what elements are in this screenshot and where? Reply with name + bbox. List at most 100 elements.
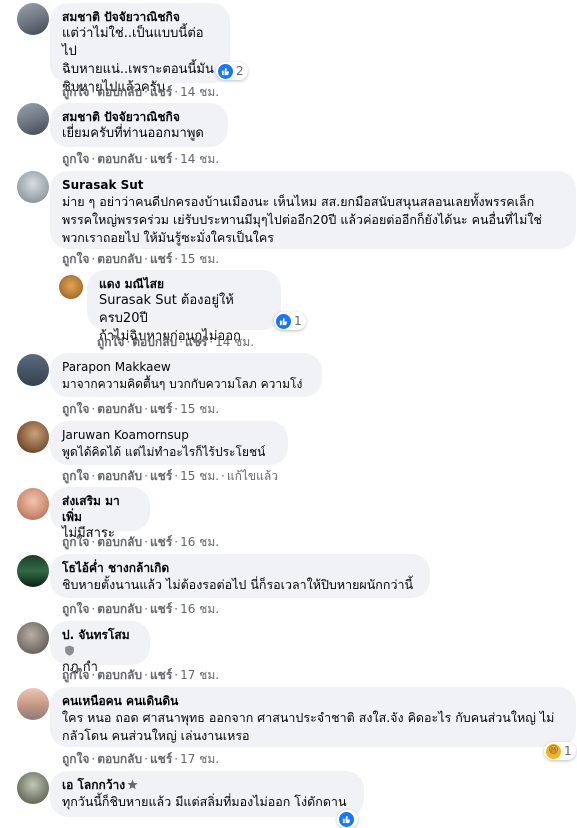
like-reaction-icon xyxy=(339,811,354,827)
like-link[interactable]: ถูกใจ xyxy=(62,152,89,166)
commenter-name[interactable]: แดง มณีไสย xyxy=(99,276,269,292)
comment-actions: ถูกใจ · ตอบกลับ · แชร์ · 17 ชม. xyxy=(62,668,220,682)
reply-link[interactable]: ตอบกลับ xyxy=(97,402,142,416)
comment-actions: ถูกใจ · ตอบกลับ · แชร์ · 17 ชม. xyxy=(62,752,220,766)
share-link[interactable]: แชร์ xyxy=(150,85,172,99)
commenter-name[interactable]: โธไอ้ค่ำ ชางกล้าเกิด xyxy=(62,560,418,576)
comment-actions: ถูกใจ · ตอบกลับ · แชร์ · 16 ชม. xyxy=(62,602,220,616)
comment-text: ใคร หนอ ถอด ศาสนาพุทธ ออกจาก ศาสนาประจำช… xyxy=(62,710,555,743)
reply-link[interactable]: ตอบกลับ xyxy=(97,469,142,483)
timestamp[interactable]: 14 ชม. xyxy=(180,85,219,99)
reply-link[interactable]: ตอบกลับ xyxy=(97,152,142,166)
like-link[interactable]: ถูกใจ xyxy=(62,602,89,616)
comment-bubble: แดง มณีไสย Surasak Sut ต้องอยู่ให้ครบ20ป… xyxy=(87,270,281,344)
commenter-name[interactable]: สมชาติ ปัจจัยวาณิชกิจ xyxy=(62,109,216,125)
comment-actions: ถูกใจ · ตอบกลับ · แชร์ · 14 ชม. xyxy=(62,152,220,166)
avatar[interactable] xyxy=(17,171,49,203)
avatar[interactable] xyxy=(59,275,83,299)
share-link[interactable]: แชร์ xyxy=(150,469,172,483)
shield-badge-icon xyxy=(65,645,74,656)
comment-text: ชิบหายตั้งนานแล้ว ไม่ต้องรอต่อไป นี่ก็รอ… xyxy=(62,577,414,592)
comment-bubble: ส่งเสริม มาเพิ่ม ไม่มีสาระ xyxy=(50,487,150,541)
comment-bubble: สมชาติ ปัจจัยวาณิชกิจ เยี่ยมครับที่ท่านอ… xyxy=(50,103,228,147)
commenter-name[interactable]: คนเหนือคน คนเดินดิน xyxy=(62,693,564,709)
reaction-count: 2 xyxy=(236,64,244,78)
timestamp[interactable]: 15 ชม. xyxy=(180,469,219,483)
share-link[interactable]: แชร์ xyxy=(150,402,172,416)
avatar[interactable] xyxy=(17,103,49,135)
timestamp[interactable]: 17 ชม. xyxy=(180,668,219,682)
commenter-name[interactable]: Jaruwan Koamornsup xyxy=(62,427,276,443)
reaction-count: 1 xyxy=(564,744,572,758)
like-link[interactable]: ถูกใจ xyxy=(62,402,89,416)
avatar[interactable] xyxy=(17,421,49,453)
comment-actions: ถูกใจ · ตอบกลับ · แชร์ · 15 ชม. xyxy=(62,252,220,266)
share-link[interactable]: แชร์ xyxy=(150,152,172,166)
avatar[interactable] xyxy=(17,488,49,520)
haha-reaction-icon: 😆 xyxy=(546,743,561,759)
avatar[interactable] xyxy=(17,3,49,35)
like-link[interactable]: ถูกใจ xyxy=(62,469,89,483)
comment-bubble: เอ โลกกว้าง ทุกวันนี้ก็ชิบหายแล้ว มีแต่ส… xyxy=(50,771,364,817)
reply-link[interactable]: ตอบกลับ xyxy=(97,668,142,682)
commenter-name[interactable]: ส่งเสริม มาเพิ่ม xyxy=(62,493,138,525)
share-link[interactable]: แชร์ xyxy=(150,752,172,766)
star-badge-icon xyxy=(127,779,138,790)
like-link[interactable]: ถูกใจ xyxy=(62,752,89,766)
comment-bubble: Jaruwan Koamornsup พูดได้คิดได้ แต่ไม่ทำ… xyxy=(50,421,288,465)
timestamp[interactable]: 16 ชม. xyxy=(180,602,219,616)
commenter-name[interactable]: ป. จันทรโสม xyxy=(62,627,138,659)
timestamp[interactable]: 16 ชม. xyxy=(180,535,219,549)
timestamp[interactable]: 15 ชม. xyxy=(180,402,219,416)
commenter-name[interactable]: Surasak Sut xyxy=(62,177,564,193)
comment-actions: ถูกใจ · ตอบกลับ · แชร์ · 15 ชม. xyxy=(62,402,220,416)
reaction-badge[interactable]: 😆 1 xyxy=(544,742,576,760)
comment-bubble: ป. จันทรโสม กฎ กำ xyxy=(50,621,150,675)
like-link[interactable]: ถูกใจ xyxy=(62,85,89,99)
share-link[interactable]: แชร์ xyxy=(150,252,172,266)
like-reaction-icon xyxy=(218,63,233,79)
comment-text: พูดได้คิดได้ แต่ไม่ทำอะไรก็ไร้ประโยชน์ xyxy=(62,445,266,459)
avatar[interactable] xyxy=(17,688,49,720)
comment-bubble: Surasak Sut ม่าย ๆ อย่าว่าคนดีปกครองบ้าน… xyxy=(50,171,576,249)
avatar[interactable] xyxy=(17,772,49,804)
reply-link[interactable]: ตอบกลับ xyxy=(97,85,142,99)
reply-link[interactable]: ตอบกลับ xyxy=(132,335,177,349)
like-link[interactable]: ถูกใจ xyxy=(62,252,89,266)
reply-link[interactable]: ตอบกลับ xyxy=(97,602,142,616)
avatar[interactable] xyxy=(17,622,49,654)
reply-link[interactable]: ตอบกลับ xyxy=(97,535,142,549)
edited-label[interactable]: แก้ไขแล้ว xyxy=(227,469,278,483)
reply-link[interactable]: ตอบกลับ xyxy=(97,252,142,266)
comment-actions: ถูกใจ · ตอบกลับ · แชร์ · 14 ชม. xyxy=(62,85,220,99)
comment-actions: ถูกใจ · ตอบกลับ · แชร์ · 14 ชม. xyxy=(97,335,255,349)
comment-text: เยี่ยมครับที่ท่านออกมาพูด xyxy=(62,126,204,141)
comment-actions: ถูกใจ · ตอบกลับ · แชร์ · 15 ชม. · แก้ไขแล้ว xyxy=(62,469,278,483)
comment-text: ทุกวันนี้ก็ชิบหายแล้ว มีแต่สลิ่มที่มองไม… xyxy=(62,794,347,809)
like-link[interactable]: ถูกใจ xyxy=(62,668,89,682)
timestamp[interactable]: 14 ชม. xyxy=(215,335,254,349)
reply-link[interactable]: ตอบกลับ xyxy=(97,752,142,766)
commenter-name[interactable]: Parapon Makkaew xyxy=(62,359,310,375)
reaction-badge[interactable]: 1 xyxy=(274,312,306,330)
avatar[interactable] xyxy=(17,555,49,587)
share-link[interactable]: แชร์ xyxy=(150,668,172,682)
like-reaction-icon xyxy=(276,313,291,329)
share-link[interactable]: แชร์ xyxy=(185,335,207,349)
reaction-badge[interactable] xyxy=(337,810,358,828)
avatar[interactable] xyxy=(17,354,49,386)
share-link[interactable]: แชร์ xyxy=(150,602,172,616)
like-link[interactable]: ถูกใจ xyxy=(62,535,89,549)
timestamp[interactable]: 14 ชม. xyxy=(180,152,219,166)
reaction-badge[interactable]: 2 xyxy=(216,62,248,80)
commenter-name[interactable]: เอ โลกกว้าง xyxy=(62,777,352,793)
comment-text: ม่าย ๆ อย่าว่าคนดีปกครองบ้านเมืองนะ เห็น… xyxy=(62,194,542,245)
share-link[interactable]: แชร์ xyxy=(150,535,172,549)
comment-text: มาจากความคิดตื้นๆ บวกกับความโลภ ความโง่ xyxy=(62,377,303,391)
comment-bubble: สมชาติ ปัจจัยวาณิชกิจ แต่ว่าไม่ใช่..เป็น… xyxy=(50,3,230,95)
timestamp[interactable]: 17 ชม. xyxy=(180,752,219,766)
reaction-count: 1 xyxy=(294,314,302,328)
like-link[interactable]: ถูกใจ xyxy=(97,335,124,349)
timestamp[interactable]: 15 ชม. xyxy=(180,252,219,266)
commenter-name[interactable]: สมชาติ ปัจจัยวาณิชกิจ xyxy=(62,9,218,25)
